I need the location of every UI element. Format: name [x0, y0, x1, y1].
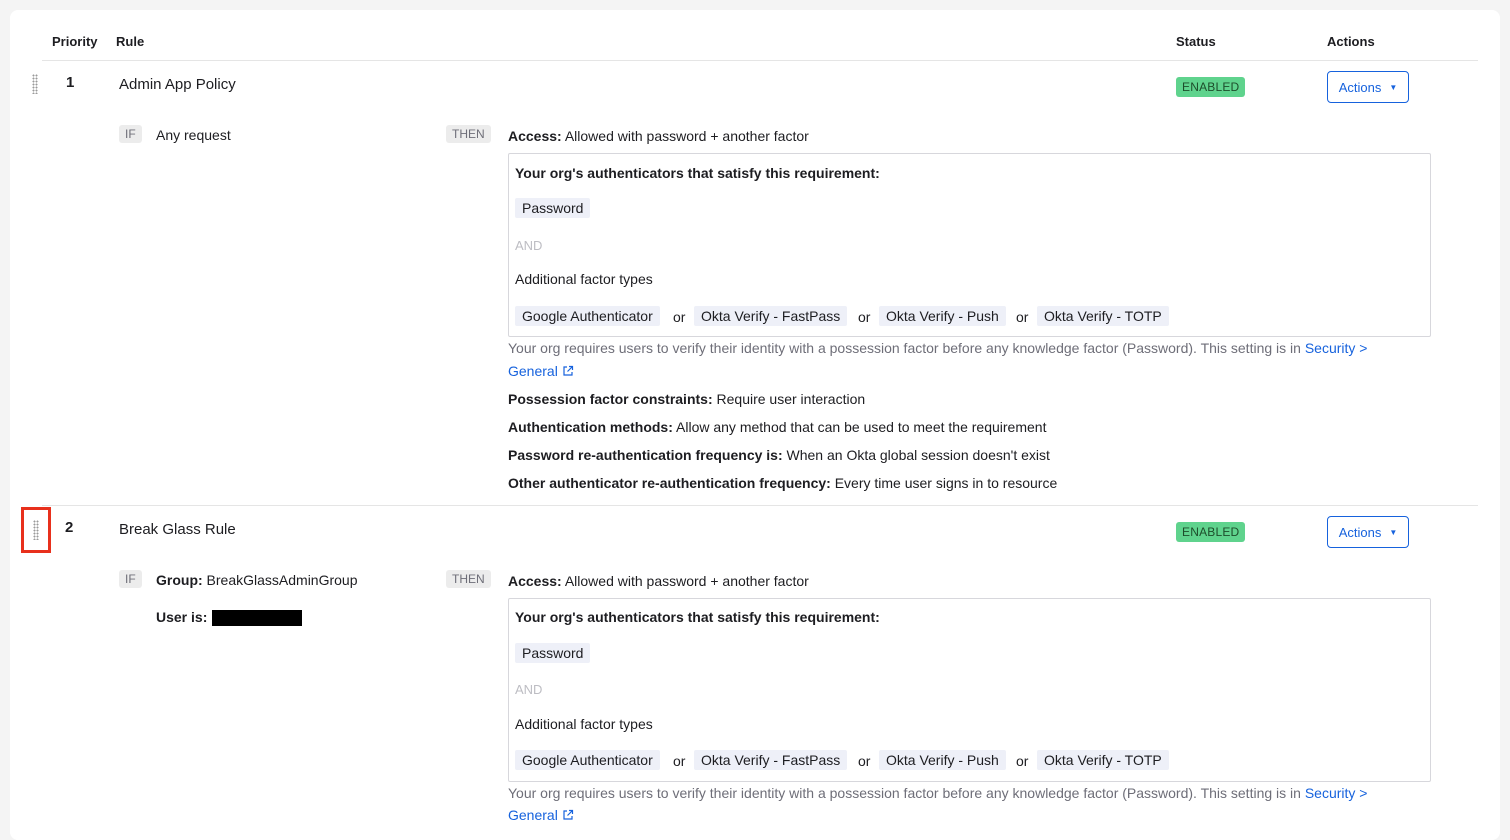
group-condition: Group: BreakGlassAdminGroup	[156, 572, 358, 588]
col-actions: Actions	[1327, 34, 1375, 49]
detail-value: When an Okta global session doesn't exis…	[786, 447, 1050, 463]
factor-chip: Okta Verify - TOTP	[1037, 750, 1169, 770]
drag-handle-icon	[32, 74, 38, 94]
additional-factors-label: Additional factor types	[515, 716, 653, 732]
security-link[interactable]: Security >	[1305, 340, 1368, 356]
general-link-line: General	[508, 807, 574, 823]
detail-label: Password re-authentication frequency is:	[508, 447, 783, 463]
access-line: Access: Allowed with password + another …	[508, 128, 809, 144]
actions-button[interactable]: Actions ▼	[1327, 516, 1409, 548]
rule-divider	[42, 505, 1478, 506]
possession-note-text: Your org requires users to verify their …	[508, 340, 1301, 356]
if-label: IF	[119, 570, 142, 588]
and-label: AND	[515, 238, 543, 253]
possession-note-text: Your org requires users to verify their …	[508, 785, 1301, 801]
general-link-line: General	[508, 363, 574, 379]
redacted-block	[212, 610, 302, 626]
authenticators-title: Your org's authenticators that satisfy t…	[515, 609, 880, 625]
access-label: Access:	[508, 128, 562, 144]
col-rule: Rule	[116, 34, 145, 49]
then-label: THEN	[446, 570, 491, 588]
rules-panel: Priority Rule Status Actions 1 Admin App…	[10, 10, 1500, 840]
or-label: or	[673, 753, 686, 769]
rule-priority: 2	[65, 519, 74, 536]
drag-handle[interactable]	[21, 507, 51, 553]
drag-handle-icon	[33, 520, 39, 540]
col-status: Status	[1176, 34, 1216, 49]
or-label: or	[1016, 753, 1029, 769]
drag-handle[interactable]	[30, 72, 40, 96]
actions-button-label: Actions	[1338, 524, 1382, 540]
possession-note: Your org requires users to verify their …	[508, 340, 1367, 356]
factor-chip: Password	[515, 643, 591, 663]
general-link[interactable]: General	[508, 807, 558, 823]
possession-note: Your org requires users to verify their …	[508, 785, 1367, 801]
additional-factors-label: Additional factor types	[515, 271, 653, 287]
rules-table-header: Priority Rule Status Actions	[42, 30, 1478, 61]
if-label: IF	[119, 125, 142, 143]
external-link-icon[interactable]	[562, 365, 574, 377]
factor-chip: Okta Verify - TOTP	[1037, 306, 1169, 326]
group-value: BreakGlassAdminGroup	[206, 572, 358, 588]
caret-down-icon: ▼	[1389, 527, 1398, 537]
factor-chip: Google Authenticator	[515, 306, 660, 326]
actions-button-label: Actions	[1338, 79, 1382, 95]
rule-name: Break Glass Rule	[119, 521, 236, 538]
and-label: AND	[515, 682, 543, 697]
or-label: or	[858, 309, 871, 325]
or-label: or	[858, 753, 871, 769]
rule-name: Admin App Policy	[119, 76, 236, 93]
access-value: Allowed with password + another factor	[564, 573, 809, 589]
access-label: Access:	[508, 573, 562, 589]
condition-text: Any request	[156, 127, 231, 143]
detail-line: Other authenticator re-authentication fr…	[508, 475, 1057, 491]
detail-line: Authentication methods: Allow any method…	[508, 419, 1046, 435]
or-label: or	[673, 309, 686, 325]
factor-chip: Okta Verify - Push	[879, 306, 1006, 326]
general-link[interactable]: General	[508, 363, 558, 379]
factor-chip: Google Authenticator	[515, 750, 660, 770]
authenticators-title: Your org's authenticators that satisfy t…	[515, 165, 880, 181]
detail-value: Require user interaction	[716, 391, 866, 407]
actions-button[interactable]: Actions ▼	[1327, 71, 1409, 103]
factor-chip: Password	[515, 198, 591, 218]
group-label: Group:	[156, 572, 203, 588]
authenticators-box: Your org's authenticators that satisfy t…	[508, 598, 1431, 782]
detail-label: Possession factor constraints:	[508, 391, 713, 407]
detail-label: Authentication methods:	[508, 419, 673, 435]
detail-value: Allow any method that can be used to mee…	[676, 419, 1047, 435]
detail-line: Possession factor constraints: Require u…	[508, 391, 865, 407]
user-label: User is:	[156, 609, 208, 625]
authenticators-box: Your org's authenticators that satisfy t…	[508, 153, 1431, 337]
factor-chip: Okta Verify - FastPass	[694, 750, 848, 770]
detail-line: Password re-authentication frequency is:…	[508, 447, 1050, 463]
caret-down-icon: ▼	[1389, 82, 1398, 92]
status-badge: ENABLED	[1176, 77, 1246, 97]
rule-priority: 1	[66, 74, 75, 91]
status-badge: ENABLED	[1176, 522, 1246, 542]
detail-label: Other authenticator re-authentication fr…	[508, 475, 831, 491]
col-priority: Priority	[52, 34, 98, 49]
external-link-icon[interactable]	[562, 809, 574, 821]
then-label: THEN	[446, 125, 491, 143]
factor-chip: Okta Verify - Push	[879, 750, 1006, 770]
access-line: Access: Allowed with password + another …	[508, 573, 809, 589]
access-value: Allowed with password + another factor	[564, 128, 809, 144]
detail-value: Every time user signs in to resource	[834, 475, 1058, 491]
factor-chip: Okta Verify - FastPass	[694, 306, 848, 326]
or-label: or	[1016, 309, 1029, 325]
security-link[interactable]: Security >	[1305, 785, 1368, 801]
